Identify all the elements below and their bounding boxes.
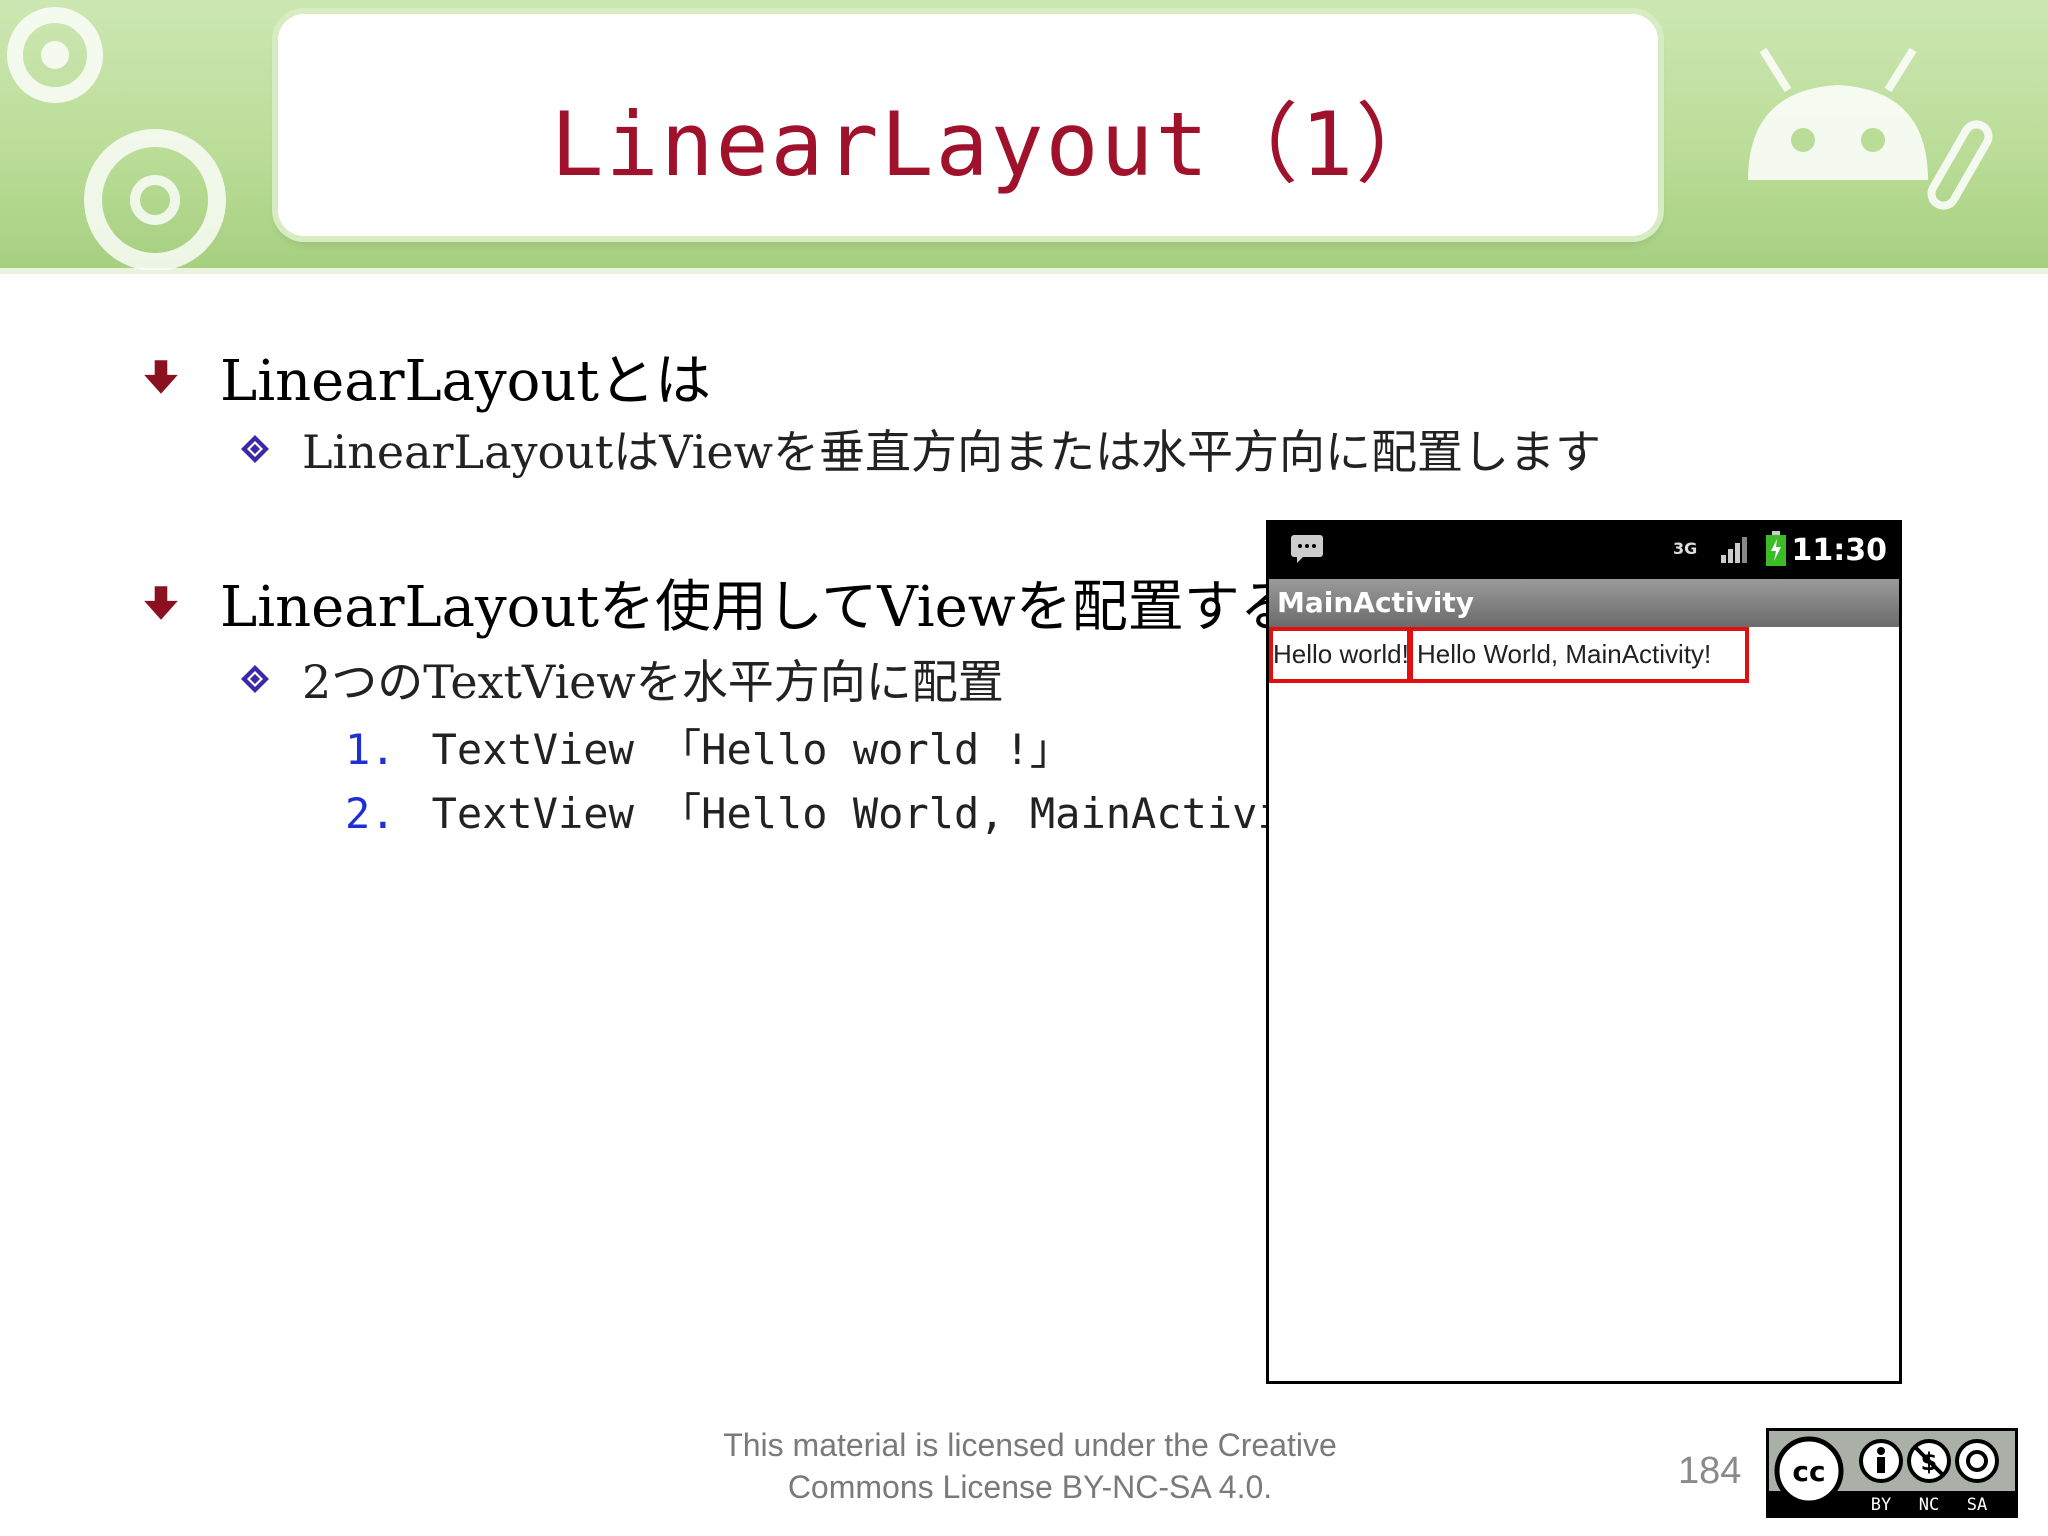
numbered-item: 2. TextView 「Hello World, MainActivity!」 [345, 780, 1401, 841]
status-bar: 3G 11:30 [1269, 523, 1899, 579]
bullet-linearlayout-usage: LinearLayoutを使用してViewを配置する [140, 562, 1296, 643]
signal-strength-icon [1721, 537, 1747, 563]
sub-bullet-text: LinearLayoutはViewを垂直方向または水平方向に配置します [302, 425, 1602, 479]
item-number: 2. [345, 789, 396, 838]
numbered-item: 1. TextView 「Hello world !」 [345, 716, 1072, 777]
textview-hello-world: Hello world! [1269, 627, 1411, 683]
message-notification-icon [1291, 535, 1323, 563]
battery-charging-icon [1766, 531, 1786, 566]
bullet-linearlayout-definition: LinearLayoutとは [140, 336, 711, 417]
cc-by-nc-sa-icon: cc $ BY NC SA [1769, 1436, 2015, 1515]
item-text: TextView 「Hello world !」 [431, 725, 1072, 774]
down-arrow-bullet-icon [144, 585, 178, 620]
cc-label-sa: SA [1967, 1495, 1987, 1515]
sub-bullet-text: 2つのTextViewを水平方向に配置 [302, 655, 1004, 709]
network-type-icon: 3G [1673, 539, 1698, 558]
diamond-bullet-icon [241, 665, 269, 693]
cc-label-by: BY [1871, 1495, 1891, 1515]
sub-bullet-definition: LinearLayoutはViewを垂直方向または水平方向に配置します [240, 416, 1601, 482]
status-time: 11:30 [1791, 533, 1888, 568]
cc-label-nc: NC [1919, 1495, 1939, 1515]
phone-screenshot: 3G 11:30 MainActivity Hello world! Hello… [1266, 520, 1902, 1384]
creative-commons-badge: cc $ BY NC SA [1766, 1428, 2018, 1518]
item-text: TextView 「Hello World, MainActivity!」 [431, 789, 1401, 838]
diamond-bullet-icon [241, 435, 269, 463]
license-line: This material is licensed under the Crea… [723, 1427, 1337, 1463]
android-robot-icon [1748, 47, 1993, 210]
sub-bullet-horizontal: 2つのTextViewを水平方向に配置 [240, 646, 1004, 712]
bullet-text: LinearLayoutとは [220, 349, 711, 414]
svg-text:cc: cc [1792, 1455, 1825, 1488]
down-arrow-bullet-icon [144, 359, 178, 394]
gear-icon [84, 129, 226, 270]
license-notice: This material is licensed under the Crea… [660, 1424, 1400, 1508]
page-number: 184 [1678, 1450, 1742, 1492]
slide-title: LinearLayout（1） [550, 93, 1446, 196]
app-title-bar: MainActivity [1269, 579, 1899, 627]
item-number: 1. [345, 725, 396, 774]
license-line: Commons License BY-NC-SA 4.0. [787, 1469, 1273, 1505]
textview-hello-mainactivity: Hello World, MainActivity! [1409, 627, 1749, 683]
bullet-text: LinearLayoutを使用してViewを配置する [220, 575, 1296, 640]
